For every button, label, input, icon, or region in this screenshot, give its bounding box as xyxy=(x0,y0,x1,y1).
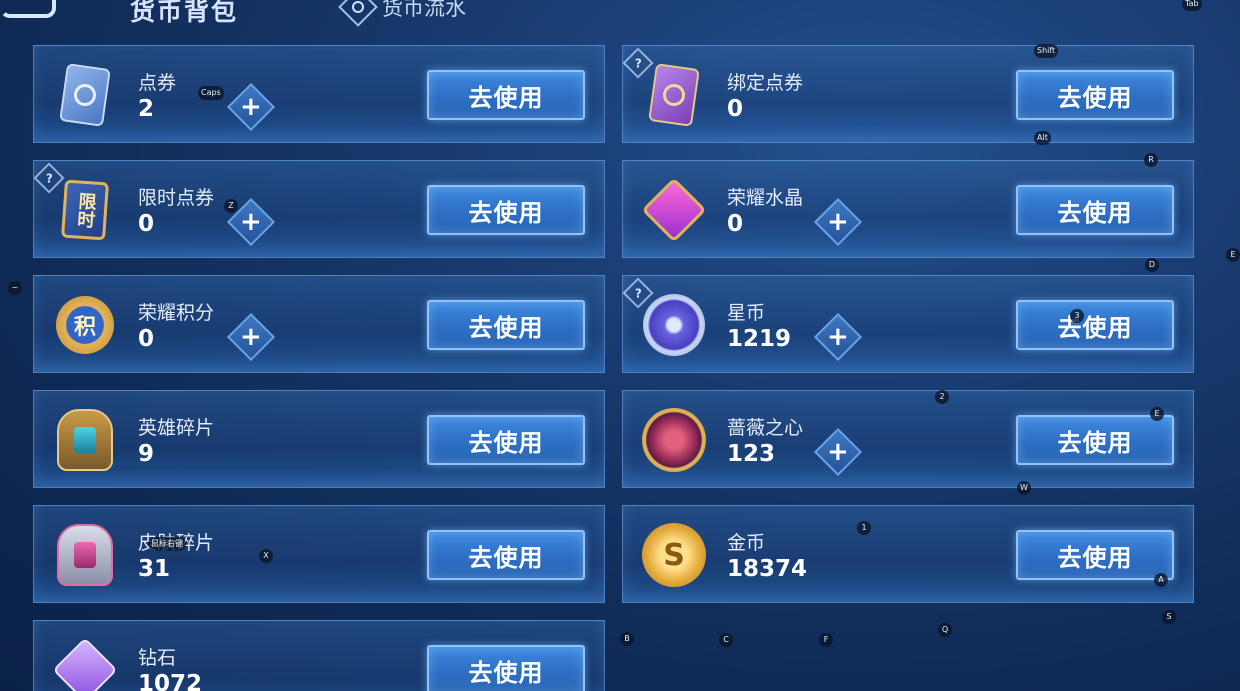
flow-icon xyxy=(338,0,378,27)
star-coin-icon xyxy=(639,290,709,360)
currency-card-dianquan: 点券 2 + 去使用 xyxy=(33,45,605,143)
currency-name: 钻石 xyxy=(138,647,177,669)
currency-card-gold-coin: S 金币 18374 去使用 xyxy=(622,505,1194,603)
key-hint: F xyxy=(819,633,833,647)
currency-name: 绑定点券 xyxy=(727,72,804,94)
currency-card-diamond: 钻石 1072 去使用 xyxy=(33,620,605,691)
currency-value: 0 xyxy=(727,96,744,122)
key-hint: A xyxy=(1154,573,1168,587)
limited-ticket-icon: 限时 xyxy=(50,175,120,245)
key-hint: Q xyxy=(938,623,952,637)
add-button[interactable]: + xyxy=(226,312,276,362)
limited-badge-text: 限时 xyxy=(73,191,98,229)
key-hint: X xyxy=(259,549,273,563)
use-button[interactable]: 去使用 xyxy=(1016,415,1174,465)
currency-flow-link[interactable]: 货币流水 xyxy=(338,0,466,27)
currency-name: 蔷薇之心 xyxy=(727,417,804,439)
key-hint: R xyxy=(1144,153,1158,167)
glory-points-badge-text: 积 xyxy=(73,315,96,340)
page-title: 货币背包 xyxy=(130,0,239,26)
currency-card-bound-dianquan: ? 绑定点券 0 去使用 xyxy=(622,45,1194,143)
skin-fragment-icon xyxy=(50,520,120,590)
plus-icon: + xyxy=(827,436,849,467)
currency-value: 1219 xyxy=(727,326,792,352)
use-button[interactable]: 去使用 xyxy=(427,70,585,120)
currency-value: 0 xyxy=(138,326,155,352)
plus-icon: + xyxy=(240,206,262,237)
add-button[interactable]: + xyxy=(813,197,863,247)
ticket-icon xyxy=(50,60,120,130)
currency-name: 荣耀积分 xyxy=(138,302,215,324)
currency-card-limited-dianquan: ? 限时 限时点券 0 + 去使用 xyxy=(33,160,605,258)
key-hint: 鼠标右键 xyxy=(148,537,186,551)
key-hint: B xyxy=(620,632,634,646)
currency-name: 英雄碎片 xyxy=(138,417,215,439)
currency-name: 金币 xyxy=(727,532,766,554)
currency-value: 0 xyxy=(727,211,744,237)
bound-ticket-icon xyxy=(639,60,709,130)
currency-card-rose-heart: 蔷薇之心 123 + 去使用 xyxy=(622,390,1194,488)
currency-card-skin-fragment: 皮肤碎片 31 去使用 xyxy=(33,505,605,603)
gold-coin-icon: S xyxy=(639,520,709,590)
add-button[interactable]: + xyxy=(226,82,276,132)
currency-name: 限时点券 xyxy=(138,187,215,209)
key-hint: E xyxy=(1226,248,1240,262)
plus-icon: + xyxy=(827,321,849,352)
plus-icon: + xyxy=(240,321,262,352)
use-button[interactable]: 去使用 xyxy=(1016,300,1174,350)
glory-crystal-icon xyxy=(639,175,709,245)
use-button[interactable]: 去使用 xyxy=(427,300,585,350)
currency-name: 星币 xyxy=(727,302,766,324)
key-hint: 3 xyxy=(1070,309,1084,323)
use-button[interactable]: 去使用 xyxy=(1016,530,1174,580)
currency-flow-label: 货币流水 xyxy=(382,0,466,20)
use-button[interactable]: 去使用 xyxy=(1016,185,1174,235)
currency-value: 2 xyxy=(138,96,155,122)
header: 货币背包 货币流水 xyxy=(0,0,1240,30)
currency-card-glory-crystal: 荣耀水晶 0 + 去使用 xyxy=(622,160,1194,258)
currency-name: 点券 xyxy=(138,72,177,94)
key-hint: Caps xyxy=(198,86,224,100)
key-hint: Shift xyxy=(1034,44,1059,58)
glory-points-icon: 积 xyxy=(50,290,120,360)
add-button[interactable]: + xyxy=(813,427,863,477)
use-button[interactable]: 去使用 xyxy=(427,415,585,465)
key-hint: W xyxy=(1017,481,1031,495)
key-hint: E xyxy=(1150,407,1164,421)
hero-fragment-icon xyxy=(50,405,120,475)
use-button[interactable]: 去使用 xyxy=(427,185,585,235)
currency-card-glory-points: 积 荣耀积分 0 + 去使用 xyxy=(33,275,605,373)
diamond-icon xyxy=(50,635,120,691)
rose-heart-icon xyxy=(639,405,709,475)
key-hint: C xyxy=(719,633,733,647)
use-button[interactable]: 去使用 xyxy=(427,645,585,691)
key-hint: Tab xyxy=(1182,0,1202,11)
currency-card-star-coin: ? 星币 1219 + 去使用 xyxy=(622,275,1194,373)
add-button[interactable]: + xyxy=(813,312,863,362)
currency-value: 123 xyxy=(727,441,776,467)
currency-value: 9 xyxy=(138,441,155,467)
key-hint: 2 xyxy=(935,390,949,404)
plus-icon: + xyxy=(240,91,262,122)
back-icon[interactable] xyxy=(0,0,56,18)
key-hint: S xyxy=(1162,610,1176,624)
key-hint: Z xyxy=(224,199,238,213)
currency-card-hero-fragment: 英雄碎片 9 去使用 xyxy=(33,390,605,488)
currency-value: 0 xyxy=(138,211,155,237)
currency-name: 荣耀水晶 xyxy=(727,187,804,209)
currency-value: 31 xyxy=(138,556,171,582)
key-hint: D xyxy=(1145,258,1159,272)
use-button[interactable]: 去使用 xyxy=(427,530,585,580)
use-button[interactable]: 去使用 xyxy=(1016,70,1174,120)
key-hint: 1 xyxy=(857,521,871,535)
key-hint: Alt xyxy=(1034,131,1051,145)
currency-value: 18374 xyxy=(727,556,808,582)
plus-icon: + xyxy=(827,206,849,237)
currency-value: 1072 xyxy=(138,671,203,691)
key-hint: ~ xyxy=(8,281,22,295)
